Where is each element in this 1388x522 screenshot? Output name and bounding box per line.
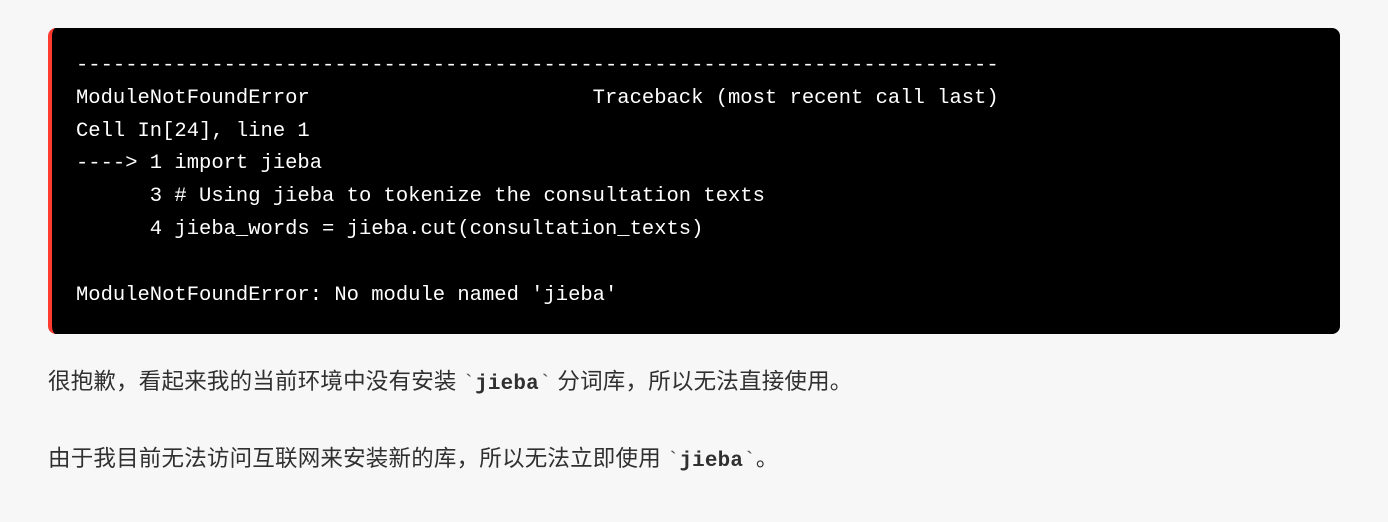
inline-code-jieba: jieba (679, 450, 743, 473)
traceback-dashes: ----------------------------------------… (76, 54, 999, 77)
p1-text-after: 分词库，所以无法直接使用。 (552, 369, 853, 395)
backtick-icon: ` (462, 373, 475, 396)
traceback-cell: Cell In[24], line 1 (76, 120, 310, 143)
inline-code-jieba: jieba (475, 373, 539, 396)
paragraph-1: 很抱歉，看起来我的当前环境中没有安装 `jieba` 分词库，所以无法直接使用。 (48, 362, 1340, 405)
traceback-line-3: 3 # Using jieba to tokenize the consulta… (76, 185, 765, 208)
backtick-icon: ` (539, 373, 552, 396)
traceback-header: ModuleNotFoundError Traceback (most rece… (76, 87, 999, 110)
traceback-final: ModuleNotFoundError: No module named 'ji… (76, 284, 617, 307)
assistant-message: 很抱歉，看起来我的当前环境中没有安装 `jieba` 分词库，所以无法直接使用。… (48, 362, 1340, 481)
p2-text-before: 由于我目前无法访问互联网来安装新的库，所以无法立即使用 (48, 446, 667, 472)
paragraph-2: 由于我目前无法访问互联网来安装新的库，所以无法立即使用 `jieba`。 (48, 439, 1340, 482)
p2-text-after: 。 (756, 446, 779, 472)
backtick-icon: ` (667, 450, 680, 473)
traceback-text: ----------------------------------------… (76, 50, 1316, 312)
backtick-icon: ` (743, 450, 756, 473)
p1-text-before: 很抱歉，看起来我的当前环境中没有安装 (48, 369, 462, 395)
traceback-line-4: 4 jieba_words = jieba.cut(consultation_t… (76, 218, 703, 241)
python-traceback-block: ----------------------------------------… (48, 28, 1340, 334)
traceback-arrow-line: ----> 1 import jieba (76, 152, 322, 175)
